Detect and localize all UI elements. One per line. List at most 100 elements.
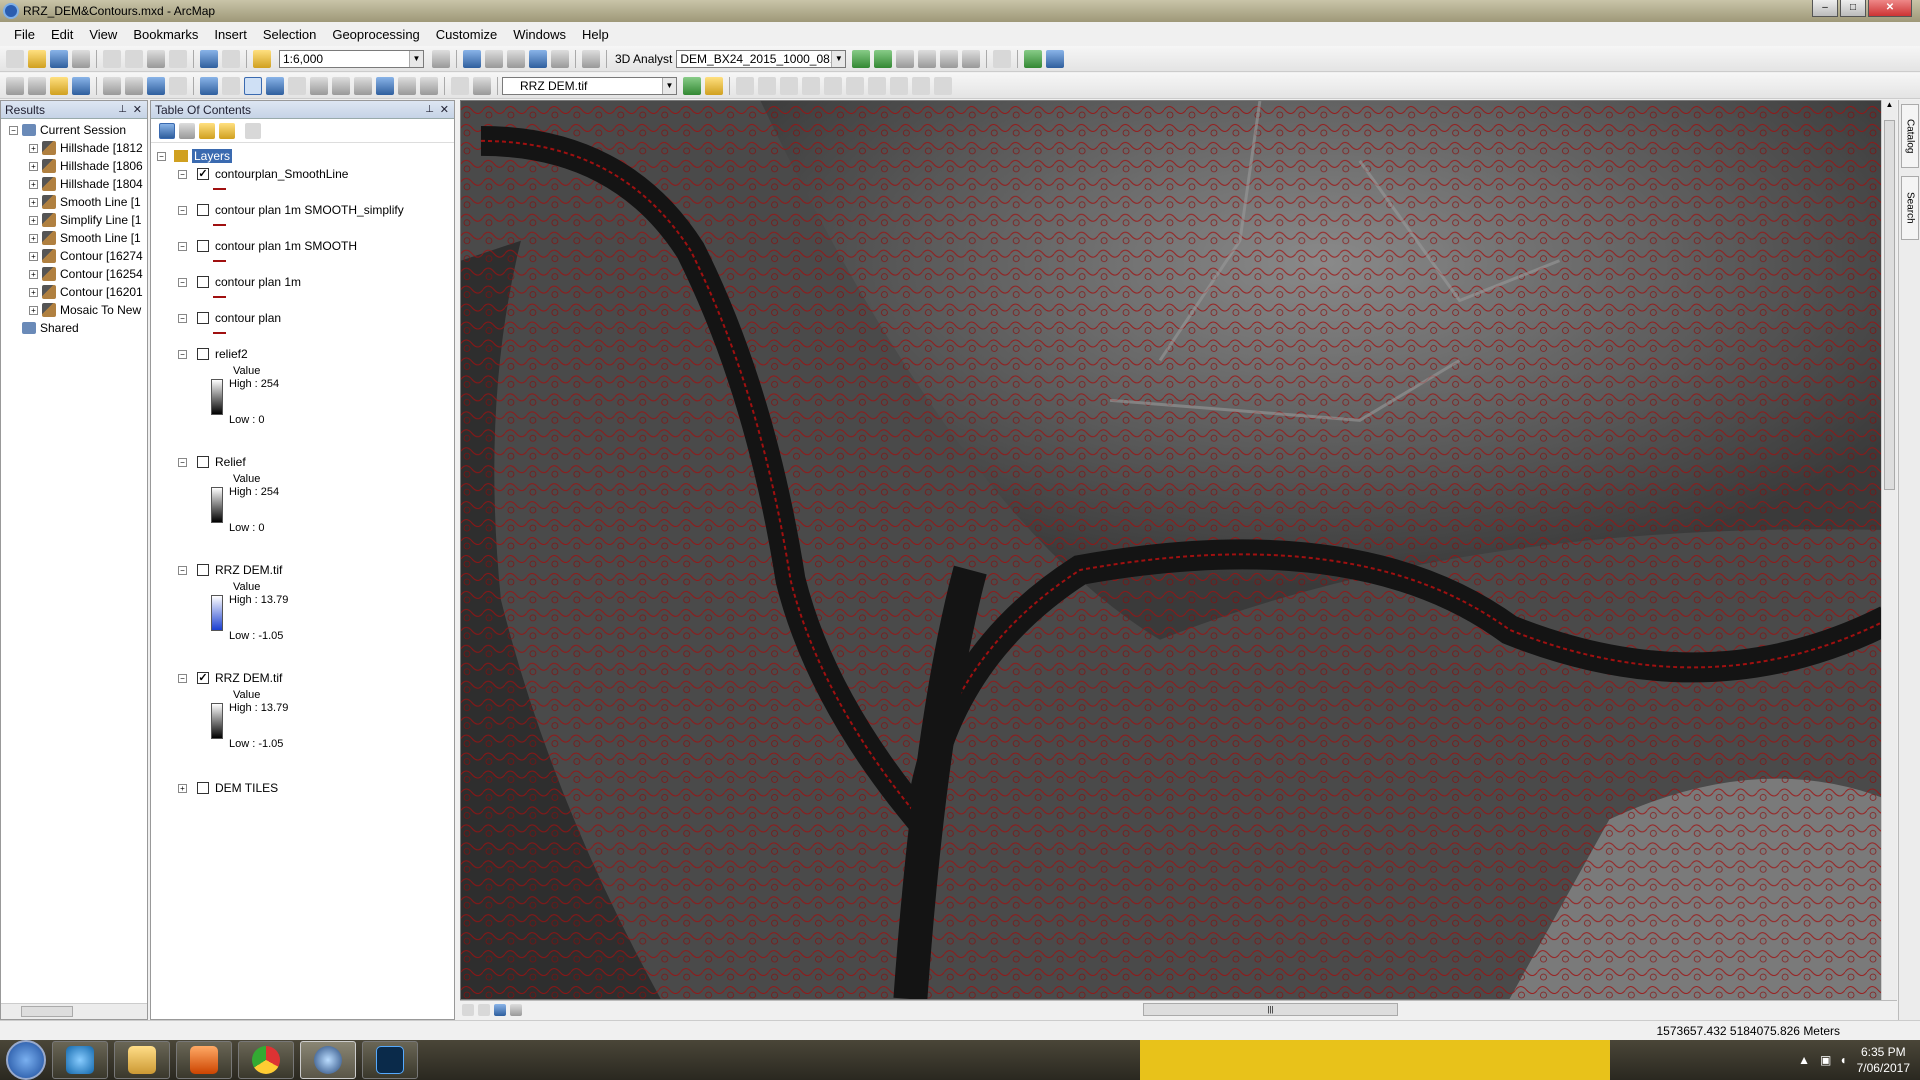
- expand-icon[interactable]: +: [29, 305, 38, 315]
- 3d-analyst-menu[interactable]: 3D Analyst: [611, 52, 676, 66]
- results-hscrollbar[interactable]: [1, 1003, 147, 1019]
- taskbar-chrome[interactable]: [238, 1041, 294, 1079]
- interpolate-line-icon[interactable]: [940, 49, 959, 68]
- result-item[interactable]: + Simplify Line [1: [29, 211, 147, 229]
- maximize-button[interactable]: □: [1840, 0, 1866, 17]
- catalog-tab[interactable]: Catalog: [1901, 104, 1919, 168]
- expand-icon[interactable]: +: [29, 161, 38, 171]
- python-window-icon[interactable]: [551, 49, 569, 68]
- toc-layer-row[interactable]: − RRZ DEM.tif Value High : 13.79 Low : -1…: [151, 561, 451, 665]
- expand-icon[interactable]: +: [29, 269, 38, 279]
- toc-layer-row[interactable]: − contour plan 1m: [151, 273, 451, 298]
- collapse-icon[interactable]: −: [178, 457, 187, 467]
- list-by-selection-icon[interactable]: [219, 122, 235, 139]
- table-of-contents-icon[interactable]: [463, 49, 481, 68]
- magnifier-icon[interactable]: [473, 76, 491, 95]
- scroll-thumb[interactable]: [1884, 120, 1895, 490]
- taskbar-arcmap[interactable]: [300, 1041, 356, 1079]
- pause-drawing-icon[interactable]: [510, 1003, 522, 1016]
- undo-icon[interactable]: [200, 49, 218, 68]
- layer-visibility-checkbox[interactable]: ✓: [197, 168, 209, 180]
- back-arrow-icon[interactable]: [147, 76, 165, 95]
- refresh-icon[interactable]: [494, 1003, 506, 1016]
- arctoolbox-icon[interactable]: [529, 49, 547, 68]
- effects-layer-combo[interactable]: RRZ DEM.tif ▼: [502, 76, 677, 95]
- menu-edit[interactable]: Edit: [43, 27, 81, 42]
- pan-hand-icon[interactable]: [50, 76, 68, 95]
- map-view[interactable]: [460, 100, 1888, 1000]
- map-vscrollbar[interactable]: ▲: [1881, 100, 1897, 1000]
- options-icon[interactable]: [245, 122, 261, 139]
- chart-icon[interactable]: [993, 49, 1012, 68]
- redo-icon[interactable]: [222, 49, 240, 68]
- collapse-icon[interactable]: −: [178, 277, 187, 287]
- collapse-icon[interactable]: −: [178, 349, 187, 359]
- save-icon[interactable]: [50, 49, 68, 68]
- chevron-down-icon[interactable]: ▼: [409, 50, 423, 67]
- expand-icon[interactable]: +: [178, 783, 187, 793]
- layer-visibility-checkbox[interactable]: [197, 312, 209, 324]
- dem-contour-map[interactable]: [461, 101, 1887, 999]
- list-by-drawing-order-icon[interactable]: [159, 122, 175, 139]
- georef-rotate-icon[interactable]: [758, 76, 776, 95]
- globe-icon[interactable]: [1024, 49, 1043, 68]
- result-item[interactable]: + Smooth Line [1: [29, 193, 147, 211]
- layout-view-icon[interactable]: [478, 1003, 490, 1016]
- editor-toolbar-icon[interactable]: [432, 49, 450, 68]
- data-view-icon[interactable]: [462, 1003, 474, 1016]
- contour-tool-icon[interactable]: [852, 49, 871, 68]
- html-popup-icon[interactable]: [310, 76, 328, 95]
- menu-windows[interactable]: Windows: [505, 27, 574, 42]
- close-button[interactable]: ✕: [1868, 0, 1912, 17]
- grid-icon[interactable]: [912, 76, 930, 95]
- search-window-icon[interactable]: [507, 49, 525, 68]
- collapse-icon[interactable]: −: [178, 313, 187, 323]
- layer-visibility-checkbox[interactable]: [197, 564, 209, 576]
- select-features-icon[interactable]: [200, 76, 218, 95]
- collapse-icon[interactable]: −: [178, 169, 187, 179]
- expand-icon[interactable]: +: [29, 143, 38, 153]
- result-item[interactable]: + Contour [16254: [29, 265, 147, 283]
- result-item[interactable]: + Mosaic To New: [29, 301, 147, 319]
- new-document-icon[interactable]: [6, 49, 24, 68]
- network-icon[interactable]: ▣: [1820, 1053, 1831, 1067]
- topology-icon[interactable]: [934, 76, 952, 95]
- georef-shift-icon[interactable]: [780, 76, 798, 95]
- georef-fit-icon[interactable]: [736, 76, 754, 95]
- arcscene-icon[interactable]: [1046, 49, 1065, 68]
- print-icon[interactable]: [72, 49, 90, 68]
- catalog-window-icon[interactable]: [485, 49, 503, 68]
- menu-insert[interactable]: Insert: [206, 27, 255, 42]
- swipe-icon[interactable]: [683, 76, 701, 95]
- find-route-icon[interactable]: [376, 76, 394, 95]
- clear-selection-icon[interactable]: [222, 76, 240, 95]
- result-item[interactable]: + Smooth Line [1: [29, 229, 147, 247]
- scroll-thumb[interactable]: [21, 1006, 73, 1017]
- result-item[interactable]: + Hillshade [1812: [29, 139, 147, 157]
- toc-layer-row[interactable]: − ✓ RRZ DEM.tif Value High : 13.79 Low : -…: [151, 669, 451, 773]
- start-button[interactable]: [6, 1040, 46, 1080]
- expand-icon[interactable]: +: [29, 233, 38, 243]
- zoom-in-icon[interactable]: [6, 76, 24, 95]
- measure-icon[interactable]: [332, 76, 350, 95]
- toc-layer-row[interactable]: − contour plan 1m SMOOTH_simplify: [151, 201, 451, 226]
- pin-icon[interactable]: ⊥: [425, 104, 434, 115]
- fixed-zoom-in-icon[interactable]: [103, 76, 121, 95]
- viewer-window-icon[interactable]: [451, 76, 469, 95]
- chevron-down-icon[interactable]: ▼: [662, 77, 676, 94]
- zoom-out-icon[interactable]: [28, 76, 46, 95]
- result-item[interactable]: + Hillshade [1804: [29, 175, 147, 193]
- toc-layer-row[interactable]: − Relief Value High : 254 Low : 0: [151, 453, 451, 557]
- copy-icon[interactable]: [125, 49, 143, 68]
- menu-file[interactable]: File: [6, 27, 43, 42]
- result-item[interactable]: + Hillshade [1806: [29, 157, 147, 175]
- layout-tool-icon[interactable]: [890, 76, 908, 95]
- menu-bookmarks[interactable]: Bookmarks: [125, 27, 206, 42]
- hyperlink-icon[interactable]: [288, 76, 306, 95]
- menu-help[interactable]: Help: [574, 27, 617, 42]
- tree-item-current-session[interactable]: − Current Session: [9, 121, 147, 139]
- toc-layer-row[interactable]: − contour plan 1m SMOOTH: [151, 237, 451, 262]
- select-elements-arrow-icon[interactable]: [244, 76, 262, 95]
- fixed-zoom-out-icon[interactable]: [125, 76, 143, 95]
- taskbar-media-player[interactable]: [176, 1041, 232, 1079]
